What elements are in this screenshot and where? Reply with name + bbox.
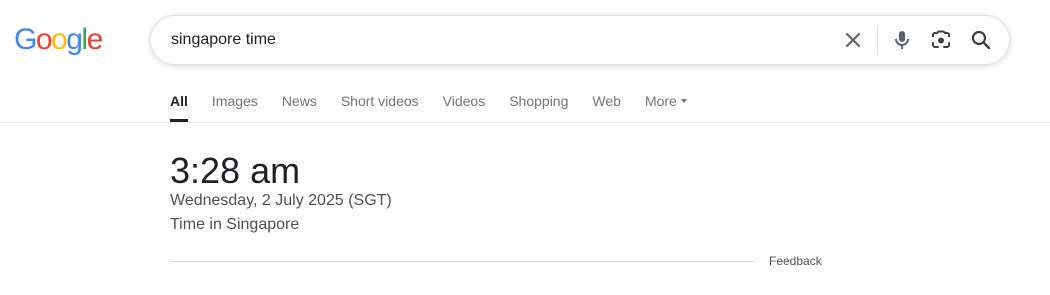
current-date: Wednesday, 2 July 2025 (SGT) [170, 192, 392, 209]
search-icon [971, 30, 991, 50]
feedback-divider [170, 261, 755, 262]
time-location-label: Time in Singapore [170, 216, 300, 233]
logo-letter: g [66, 23, 83, 56]
search-by-image-button[interactable] [929, 28, 953, 52]
tab-label: More [644, 93, 677, 109]
search-tabs: All Images News Short videos Videos Shop… [170, 82, 711, 122]
logo-letter: G [14, 23, 37, 56]
voice-search-button[interactable] [890, 28, 914, 52]
google-logo[interactable]: Google [14, 20, 104, 60]
search-submit-button[interactable] [969, 28, 993, 52]
tabs-divider [0, 122, 1050, 123]
current-time: 3:28 am [170, 150, 301, 191]
clear-search-button[interactable] [841, 28, 865, 52]
logo-letter: e [86, 23, 104, 56]
tab-shopping[interactable]: Shopping [509, 82, 568, 122]
tab-label: Videos [442, 93, 486, 109]
tab-videos[interactable]: Videos [443, 82, 486, 122]
tab-web[interactable]: Web [592, 82, 621, 122]
tab-label: Web [592, 93, 621, 109]
feedback-link[interactable]: Feedback [769, 253, 822, 269]
tab-more[interactable]: More [645, 82, 687, 122]
search-results-page: Google singapore time All Images News Sh… [0, 0, 1050, 295]
tab-all[interactable]: All [170, 82, 188, 122]
caret-down-icon [680, 99, 687, 104]
tab-images[interactable]: Images [212, 82, 258, 122]
tab-label: Shopping [509, 93, 569, 109]
camera-lens-icon [932, 30, 950, 48]
tab-label: Images [211, 93, 258, 109]
tab-short-videos[interactable]: Short videos [341, 82, 419, 122]
search-input[interactable] [171, 16, 811, 64]
tab-news[interactable]: News [282, 82, 317, 122]
tab-label: Short videos [340, 93, 419, 109]
microphone-icon [895, 31, 909, 49]
logo-letter: o [51, 23, 68, 56]
tab-label: News [281, 93, 317, 109]
search-box [150, 15, 1010, 65]
logo-letter: o [35, 23, 53, 56]
close-icon [845, 32, 861, 48]
tab-label: All [170, 93, 188, 109]
search-box-divider [877, 26, 878, 55]
